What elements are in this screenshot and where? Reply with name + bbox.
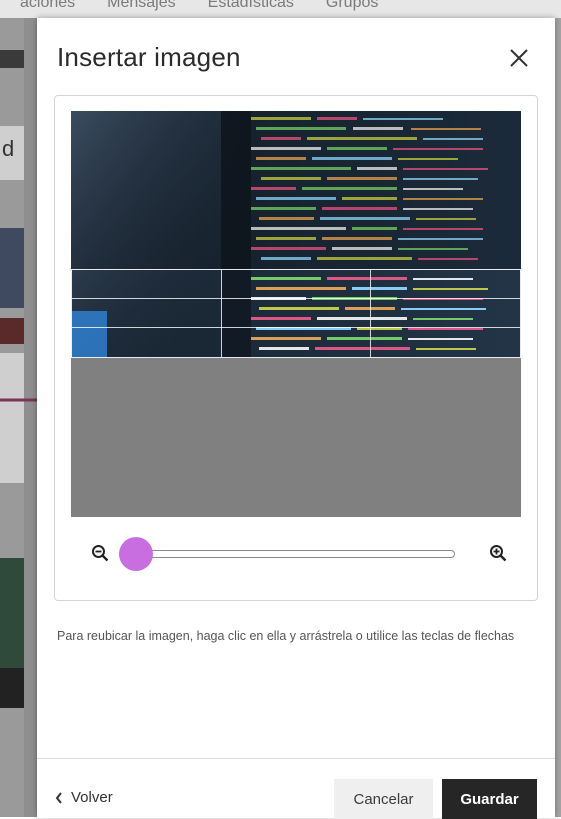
image-cropper [54, 95, 538, 601]
crop-grid-line [221, 270, 222, 357]
close-button[interactable] [503, 42, 535, 74]
back-button-label: Volver [71, 789, 113, 806]
crop-grid-line [72, 298, 520, 299]
chevron-left-icon [55, 791, 62, 804]
insert-image-dialog: Insertar imagen Para reubicar la imagen,… [37, 18, 555, 819]
background-nav-item: aciones [20, 0, 76, 11]
close-icon [510, 49, 528, 67]
save-button[interactable]: Guardar [442, 779, 537, 819]
background-right-strip [555, 18, 561, 817]
dialog-footer: Volver Cancelar Guardar [37, 758, 555, 819]
crop-area[interactable] [71, 111, 521, 517]
zoom-in-icon[interactable] [489, 544, 507, 562]
zoom-slider-thumb[interactable] [118, 537, 153, 571]
crop-grid-line [72, 327, 520, 328]
background-nav-item: Estadísticas [207, 0, 294, 11]
crop-frame[interactable] [71, 269, 521, 358]
reposition-hint-text: Para reubicar la imagen, haga clic en el… [57, 629, 515, 643]
dialog-title: Insertar imagen [57, 42, 241, 72]
back-button[interactable]: Volver [55, 789, 113, 806]
zoom-controls [55, 517, 537, 600]
background-letter: d [2, 136, 15, 161]
crop-outside-shade [71, 111, 521, 269]
background-nav: aciones Mensajes Estadísticas Grupos [0, 0, 561, 18]
zoom-slider-track[interactable] [119, 550, 455, 558]
background-left-strip: d [0, 18, 24, 817]
crop-grid-line [370, 270, 371, 357]
background-nav-item: Mensajes [107, 0, 176, 11]
background-nav-item: Grupos [325, 0, 379, 11]
cancel-button[interactable]: Cancelar [334, 779, 433, 819]
zoom-out-icon[interactable] [91, 544, 109, 562]
